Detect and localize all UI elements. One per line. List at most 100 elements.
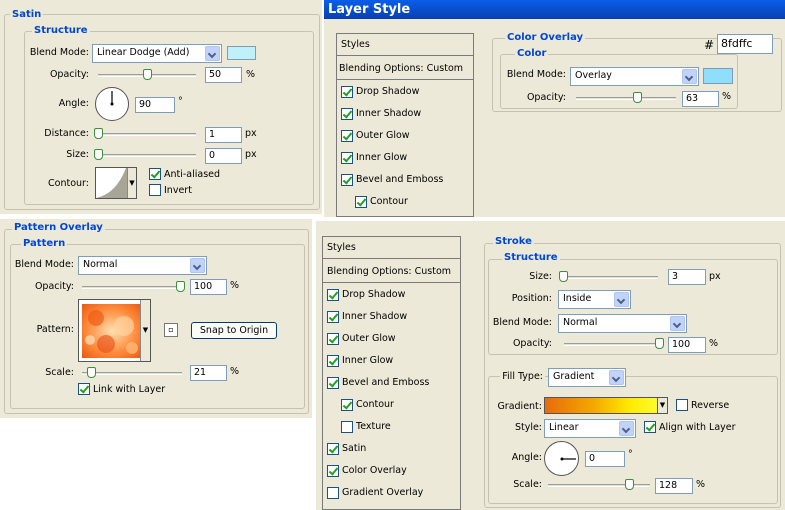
po-blend-mode-label: Blend Mode: (14, 259, 74, 270)
gradient-style-select[interactable]: Linear (544, 419, 636, 438)
stroke-position-value: Inside (563, 293, 592, 304)
satin-color-swatch[interactable] (227, 46, 256, 60)
po-scale-thumb[interactable] (87, 367, 96, 378)
blending-options-item[interactable]: Blending Options: Custom (337, 58, 473, 80)
stroke-opacity-input[interactable]: 100 (668, 337, 706, 353)
bevel-emboss-checkbox[interactable] (327, 377, 339, 389)
style-item-inner-shadow[interactable]: Inner Shadow (323, 307, 460, 328)
styles-header[interactable]: Styles (337, 34, 473, 56)
satin-opacity-thumb[interactable] (143, 69, 152, 80)
satin-invert-checkbox[interactable] (149, 184, 161, 196)
po-opacity-slider[interactable] (82, 286, 182, 289)
style-item-outer-glow[interactable]: Outer Glow (323, 329, 460, 350)
hex-color-input[interactable]: 8fdffc (717, 34, 773, 54)
satin-size-input[interactable]: 0 (205, 148, 242, 164)
stroke-size-slider[interactable] (564, 276, 658, 279)
new-preset-icon[interactable]: ▫ (164, 323, 178, 337)
po-scale-unit: % (230, 366, 240, 377)
fill-type-select[interactable]: Gradient (548, 368, 626, 387)
chevron-down-icon (190, 258, 205, 273)
stroke-position-select[interactable]: Inside (558, 290, 631, 309)
po-opacity-thumb[interactable] (176, 281, 185, 292)
inner-glow-checkbox[interactable] (341, 152, 353, 164)
drop-shadow-checkbox[interactable] (327, 289, 339, 301)
texture-checkbox[interactable] (341, 421, 353, 433)
reverse-checkbox[interactable] (676, 399, 688, 411)
satin-size-slider[interactable] (98, 154, 196, 157)
stroke-blend-mode-label: Blend Mode: (492, 317, 552, 328)
style-item-inner-glow[interactable]: Inner Glow (323, 351, 460, 372)
contour-checkbox[interactable] (355, 196, 367, 208)
stroke-structure-title: Structure (502, 252, 560, 263)
po-link-checkbox[interactable] (78, 383, 90, 395)
color-overlay-swatch[interactable] (703, 68, 733, 84)
stroke-scale-input[interactable]: 128 (655, 478, 693, 494)
inner-shadow-checkbox[interactable] (327, 311, 339, 323)
satin-angle-input[interactable]: 90 (135, 97, 175, 113)
style-item-drop-shadow[interactable]: Drop Shadow (323, 285, 460, 306)
satin-checkbox[interactable] (327, 443, 339, 455)
snap-to-origin-button[interactable]: Snap to Origin (191, 322, 277, 339)
outer-glow-checkbox[interactable] (327, 333, 339, 345)
styles-header[interactable]: Styles (323, 237, 460, 259)
satin-distance-thumb[interactable] (94, 128, 103, 139)
layer-style-styles-list: Styles Blending Options: Custom Drop Sha… (336, 33, 474, 217)
contour-checkbox[interactable] (341, 399, 353, 411)
layer-style-window: Layer Style Styles Blending Options: Cus… (324, 0, 785, 217)
stroke-scale-label: Scale: (513, 479, 542, 490)
style-item-bevel-emboss[interactable]: Bevel and Emboss (323, 373, 460, 394)
gradient-overlay-checkbox[interactable] (327, 487, 339, 499)
style-item-color-overlay[interactable]: Color Overlay (323, 461, 460, 482)
style-item-contour[interactable]: Contour (337, 192, 473, 213)
stroke-blend-mode-select[interactable]: Normal (558, 314, 687, 333)
stroke-size-thumb[interactable] (559, 271, 568, 282)
align-with-layer-checkbox[interactable] (644, 421, 656, 433)
satin-distance-input[interactable]: 1 (205, 127, 242, 143)
satin-contour-picker[interactable]: ▼ (95, 167, 137, 199)
satin-blend-mode-select[interactable]: Linear Dodge (Add) (92, 44, 222, 63)
stroke-opacity-thumb[interactable] (655, 338, 664, 349)
drop-shadow-checkbox[interactable] (341, 86, 353, 98)
co-opacity-thumb[interactable] (633, 92, 642, 103)
style-item-drop-shadow[interactable]: Drop Shadow (337, 82, 473, 103)
style-item-outer-glow[interactable]: Outer Glow (337, 126, 473, 147)
po-scale-slider[interactable] (82, 372, 182, 375)
bevel-emboss-checkbox[interactable] (341, 174, 353, 186)
co-opacity-slider[interactable] (576, 97, 676, 100)
inner-glow-checkbox[interactable] (327, 355, 339, 367)
stroke-styles-list: Styles Blending Options: Custom Drop Sha… (322, 236, 461, 510)
contour-curve-icon (96, 168, 128, 198)
fill-type-value: Gradient (553, 371, 595, 382)
stroke-angle-dial[interactable] (544, 441, 579, 476)
layer-style-title: Layer Style (324, 0, 785, 19)
stroke-angle-unit: ° (628, 449, 633, 460)
inner-shadow-checkbox[interactable] (341, 108, 353, 120)
satin-distance-slider[interactable] (98, 133, 196, 136)
stroke-scale-thumb[interactable] (625, 479, 634, 490)
satin-angle-dial[interactable] (95, 87, 129, 121)
po-pattern-picker[interactable]: ▼ (78, 299, 151, 362)
style-item-inner-glow[interactable]: Inner Glow (337, 148, 473, 169)
stroke-opacity-slider[interactable] (564, 343, 664, 346)
satin-opacity-input[interactable]: 50 (205, 67, 242, 83)
style-item-inner-shadow[interactable]: Inner Shadow (337, 104, 473, 125)
style-item-bevel-emboss[interactable]: Bevel and Emboss (337, 170, 473, 191)
satin-anti-aliased-checkbox[interactable] (149, 168, 161, 180)
stroke-angle-input[interactable]: 0 (585, 451, 625, 467)
style-item-contour[interactable]: Contour (323, 395, 460, 416)
po-opacity-input[interactable]: 100 (190, 279, 227, 295)
color-overlay-checkbox[interactable] (327, 465, 339, 477)
stroke-size-input[interactable]: 3 (668, 269, 706, 285)
outer-glow-checkbox[interactable] (341, 130, 353, 142)
style-item-gradient-overlay[interactable]: Gradient Overlay (323, 483, 460, 504)
co-opacity-input[interactable]: 63 (682, 91, 719, 107)
style-item-texture[interactable]: Texture (323, 417, 460, 438)
co-blend-mode-select[interactable]: Overlay (570, 67, 699, 86)
satin-size-thumb[interactable] (94, 149, 103, 160)
po-scale-input[interactable]: 21 (190, 365, 227, 381)
blending-options-item[interactable]: Blending Options: Custom (323, 261, 460, 283)
style-item-satin[interactable]: Satin (323, 439, 460, 460)
stroke-scale-slider[interactable] (548, 484, 650, 487)
po-blend-mode-select[interactable]: Normal (78, 256, 207, 275)
gradient-picker[interactable]: ▼ (544, 397, 668, 414)
